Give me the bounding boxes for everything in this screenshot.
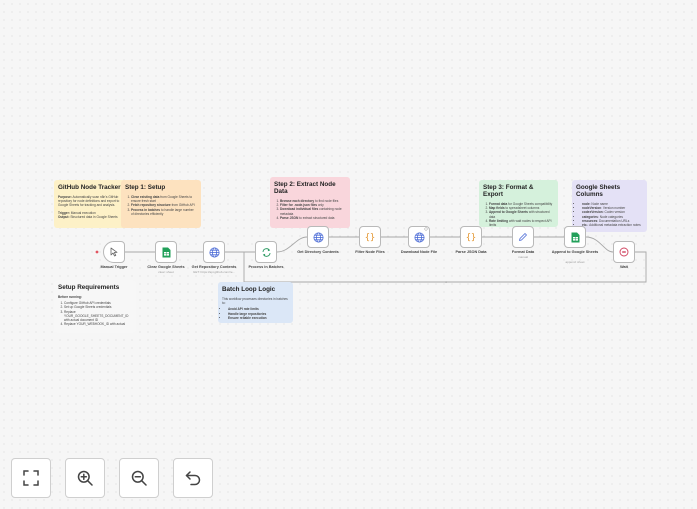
output-text: Structured data in Google Sheets: [70, 214, 118, 219]
node-get-repository-contents[interactable]: [203, 241, 225, 263]
svg-text:{}: {}: [466, 233, 476, 242]
note-sheets-columns[interactable]: Google Sheets Columns node: Node name no…: [572, 180, 647, 232]
output-label: Output:: [58, 214, 70, 219]
list-item: Replace YOUR_GOOGLE_SHEETS_DOCUMENT_ID w…: [64, 310, 132, 323]
note-github-node-tracker[interactable]: GitHub Node Tracker Purpose: Automatical…: [54, 180, 126, 228]
list-item: Clear existing data from Google Sheets t…: [131, 195, 197, 203]
note-title: Google Sheets Columns: [576, 184, 621, 198]
node-filter-node-files[interactable]: {}: [359, 226, 381, 248]
list-item: Parse JSON to extract structured data: [280, 216, 346, 220]
node-label: Append to Google Sheets: [551, 250, 599, 254]
list-item: Replace YOUR_WEBHOOK_ID with actual: [64, 322, 132, 326]
batch-intro: This workflow processes directories in b…: [222, 297, 288, 306]
list-item: Download individual files containing nod…: [280, 207, 346, 215]
globe-icon: [313, 232, 324, 243]
globe-icon: [414, 232, 425, 243]
code-icon: {}: [364, 232, 376, 242]
step3-list: Format data for Google Sheets compatibil…: [483, 202, 554, 227]
before-running-label: Before running:: [58, 295, 82, 299]
pen-icon: [518, 232, 528, 242]
zoom-in-icon: [77, 470, 93, 486]
list-item: Process in batches to handle large numbe…: [131, 208, 197, 216]
zoom-in-button[interactable]: [65, 458, 105, 498]
undo-button[interactable]: [173, 458, 213, 498]
list-item: Ensure reliable execution: [228, 316, 289, 320]
globe-icon: [209, 247, 220, 258]
google-sheets-icon: [162, 247, 171, 258]
note-batch-loop-logic[interactable]: Batch Loop Logic This workflow processes…: [218, 282, 293, 323]
node-download-node-file[interactable]: [408, 226, 430, 248]
note-title: Batch Loop Logic: [222, 286, 276, 293]
note-title: Step 2: Extract Node Data: [274, 181, 336, 195]
list-item: etc.: Additional metadata extraction not…: [582, 223, 643, 227]
retry-icon: [424, 227, 428, 231]
loop-icon: [261, 247, 272, 258]
note-title: Step 3: Format & Export: [483, 184, 534, 198]
undo-icon: [185, 470, 201, 486]
note-setup-requirements[interactable]: Setup Requirements Before running: Confi…: [54, 280, 136, 333]
node-process-in-batches[interactable]: [255, 241, 277, 263]
node-format-data[interactable]: [512, 226, 534, 248]
node-clear-google-sheets[interactable]: [155, 241, 177, 263]
zoom-out-button[interactable]: [119, 458, 159, 498]
columns-list: node: Node name nodeVersion: Version num…: [576, 202, 643, 227]
batch-list: Avoid API rate limits Handle large repos…: [222, 307, 289, 320]
node-parse-json-data[interactable]: {}: [460, 226, 482, 248]
node-sublabel: append: sheet: [565, 260, 585, 264]
code-icon: {}: [465, 232, 477, 242]
node-wait[interactable]: [613, 241, 635, 263]
node-label: Wait: [620, 265, 628, 269]
step1-list: Clear existing data from Google Sheets t…: [125, 195, 197, 216]
note-title: Setup Requirements: [58, 284, 120, 291]
trigger-dot: [95, 250, 99, 254]
fit-view-button[interactable]: [11, 458, 51, 498]
note-title: GitHub Node Tracker: [58, 184, 121, 191]
note-step1-setup[interactable]: Step 1: Setup Clear existing data from G…: [121, 180, 201, 228]
svg-text:{}: {}: [365, 233, 375, 242]
node-sublabel: manual: [518, 255, 528, 259]
note-step3-export[interactable]: Step 3: Format & Export Format data for …: [479, 180, 558, 227]
node-label: Process in Batches: [248, 265, 284, 269]
node-sublabel: GET: https://api.github.com/re...: [192, 270, 236, 274]
step2-list: Browse each directory to find node files…: [274, 199, 346, 220]
zoom-out-icon: [131, 470, 147, 486]
setup-list: Configure GitHub API credentials Set up …: [58, 301, 132, 326]
google-sheets-icon: [571, 232, 580, 243]
pointer-icon: [109, 247, 119, 257]
list-item: Append to Google Sheets with structured …: [489, 210, 554, 218]
node-get-directory-contents[interactable]: [307, 226, 329, 248]
fit-view-icon: [23, 470, 39, 486]
node-append-to-google-sheets[interactable]: [564, 226, 586, 248]
note-step2-extract[interactable]: Step 2: Extract Node Data Browse each di…: [270, 177, 350, 228]
wait-icon: [619, 247, 629, 257]
note-title: Step 1: Setup: [125, 184, 166, 191]
node-manual-trigger[interactable]: [103, 241, 125, 263]
